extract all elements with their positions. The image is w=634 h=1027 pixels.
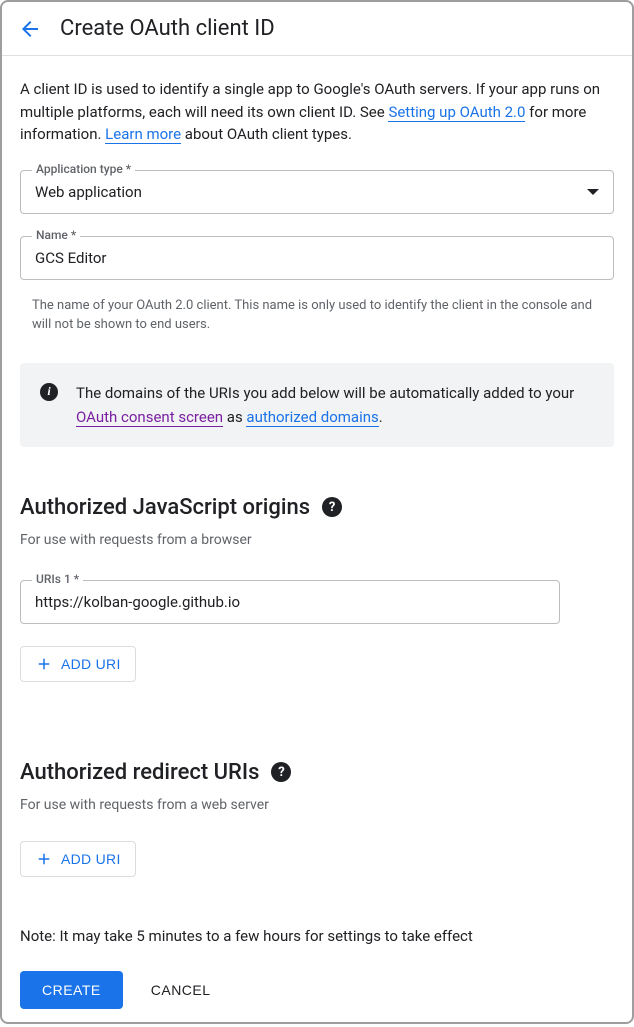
authorized-domains-link[interactable]: authorized domains [246, 408, 378, 427]
js-origins-title: Authorized JavaScript origins [20, 495, 310, 520]
setup-oauth-link[interactable]: Setting up OAuth 2.0 [388, 103, 525, 122]
info-icon: i [40, 383, 58, 401]
learn-more-link[interactable]: Learn more [105, 125, 181, 144]
consent-screen-link[interactable]: OAuth consent screen [76, 408, 223, 427]
application-type-label: Application type * [32, 162, 135, 176]
application-type-select[interactable]: Web application [20, 170, 614, 214]
help-icon[interactable]: ? [271, 762, 291, 782]
page-title: Create OAuth client ID [60, 16, 275, 41]
caret-down-icon [587, 189, 599, 195]
name-input[interactable] [20, 236, 614, 280]
js-origins-subtitle: For use with requests from a browser [20, 532, 614, 548]
add-redirect-uri-button[interactable]: ADD URI [20, 841, 136, 877]
domain-info-banner: i The domains of the URIs you add below … [20, 363, 614, 447]
redirect-uris-subtitle: For use with requests from a web server [20, 797, 614, 813]
application-type-value: Web application [35, 183, 142, 201]
plus-icon [35, 850, 53, 868]
redirect-uris-title: Authorized redirect URIs [20, 760, 259, 785]
intro-text: A client ID is used to identify a single… [20, 78, 614, 146]
create-button[interactable]: CREATE [20, 971, 123, 1009]
cancel-button[interactable]: CANCEL [151, 982, 211, 998]
uri1-label: URIs 1 * [32, 572, 83, 586]
uri1-input[interactable] [20, 580, 560, 624]
name-label: Name * [32, 228, 80, 242]
add-js-uri-button[interactable]: ADD URI [20, 646, 136, 682]
back-arrow-icon[interactable] [18, 17, 42, 41]
settings-delay-note: Note: It may take 5 minutes to a few hou… [20, 927, 614, 945]
help-icon[interactable]: ? [322, 497, 342, 517]
plus-icon [35, 655, 53, 673]
name-helper-text: The name of your OAuth 2.0 client. This … [20, 292, 614, 335]
